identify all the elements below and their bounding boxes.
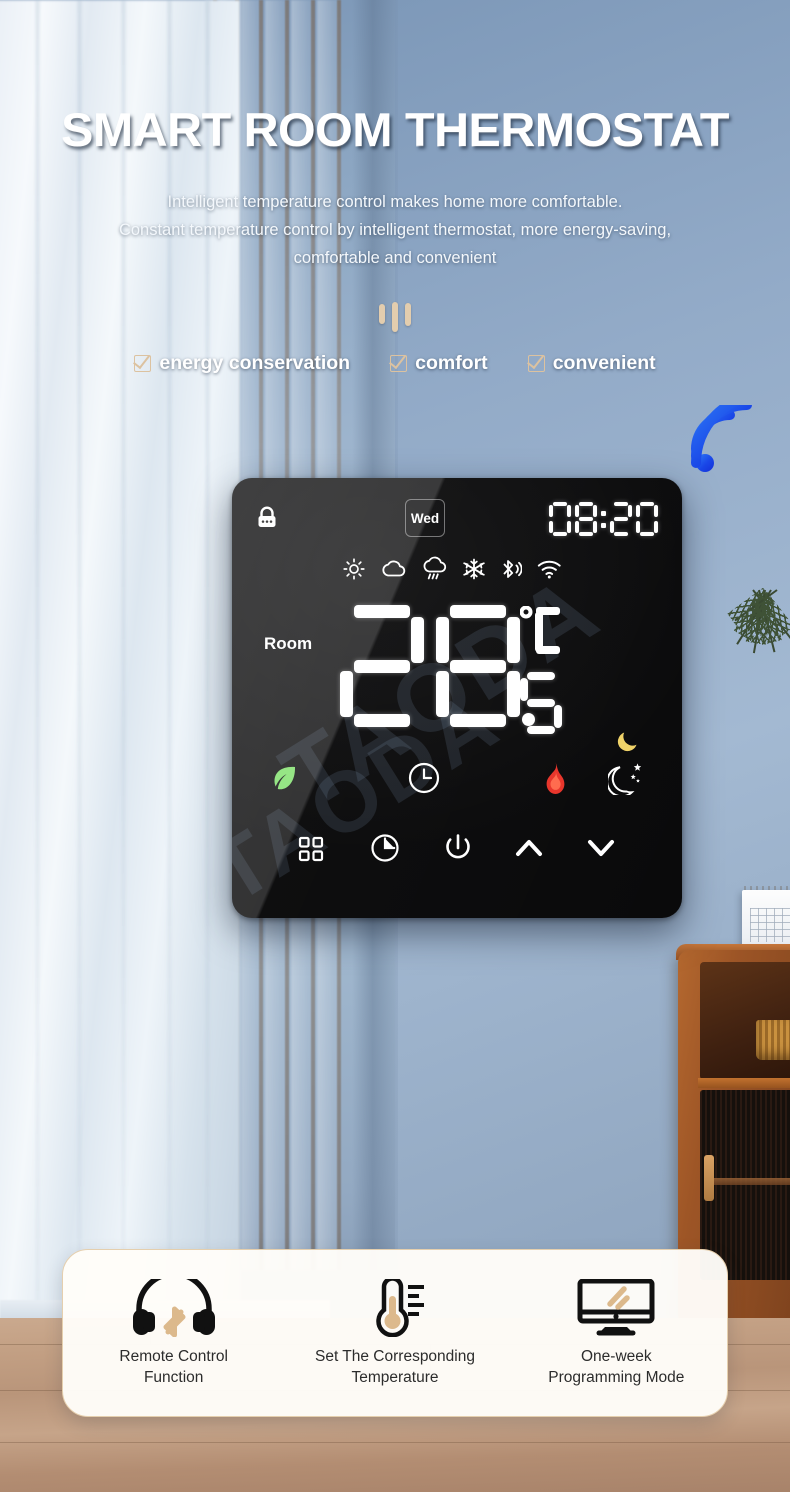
feature-label: Set The Corresponding Temperature	[315, 1346, 475, 1388]
feature-label: One-week Programming Mode	[548, 1346, 684, 1388]
feature-card: Remote Control Function Set The Correspo…	[62, 1249, 728, 1417]
control-button-row	[232, 833, 682, 875]
moon-crescent-icon[interactable]	[615, 728, 641, 754]
badge-energy-conservation: energy conservation	[134, 352, 350, 375]
feature-label: Remote Control Function	[119, 1346, 228, 1388]
timer-icon[interactable]	[370, 833, 400, 863]
moon-stars-night-icon[interactable]	[608, 761, 644, 795]
badge-convenient: convenient	[527, 352, 656, 375]
feature-remote-control: Remote Control Function	[63, 1278, 284, 1388]
day-of-week-label: Wed	[410, 510, 440, 526]
decorative-tick-bars	[0, 302, 790, 334]
celsius-unit-icon	[519, 605, 562, 663]
cabinet-handle	[704, 1155, 714, 1201]
time-digit	[549, 502, 571, 536]
chevron-down-icon[interactable]	[586, 836, 616, 860]
feature-label-line-1: Set The Corresponding	[315, 1347, 475, 1365]
sun-icon[interactable]	[342, 557, 366, 586]
tick-bar	[392, 302, 398, 332]
wifi-signal-icon	[690, 390, 772, 477]
temperature-digit	[436, 605, 520, 727]
bluetooth-headphones-icon	[131, 1278, 217, 1337]
room-label: Room	[264, 634, 313, 653]
grid-menu-icon[interactable]	[298, 836, 324, 862]
clock-icon[interactable]	[407, 761, 441, 795]
temperature-decimal-digit	[520, 672, 562, 734]
checkbox-checked-icon	[527, 355, 545, 372]
time-digit	[636, 502, 658, 536]
snowflake-icon[interactable]	[463, 558, 485, 585]
feature-set-temperature: Set The Corresponding Temperature	[284, 1278, 505, 1388]
time-digit	[575, 502, 597, 536]
woven-basket	[756, 1020, 790, 1060]
time-colon	[601, 502, 606, 536]
subtitle-line-1: Intelligent temperature control makes ho…	[167, 193, 623, 211]
thermostat-device: TAODA TAODA Wed Room	[232, 478, 682, 918]
cloud-icon[interactable]	[381, 558, 407, 585]
leaf-eco-icon[interactable]	[270, 763, 300, 793]
power-icon[interactable]	[444, 833, 472, 863]
bluetooth-broadcast-icon[interactable]	[500, 557, 523, 586]
tick-bar	[379, 304, 385, 324]
subtitle-line-3: comfortable and convenient	[293, 249, 497, 267]
feature-badges: energy conservation comfort convenient	[0, 352, 790, 375]
chevron-up-icon[interactable]	[514, 836, 544, 860]
feature-label-line-2: Programming Mode	[548, 1368, 685, 1386]
product-banner: SMART ROOM THERMOSTAT Intelligent temper…	[0, 0, 790, 1492]
cabinet-inner-rail	[706, 1178, 790, 1185]
rain-cloud-icon[interactable]	[422, 556, 448, 586]
potted-plant	[722, 589, 790, 770]
badge-label: comfort	[415, 352, 488, 374]
calendar-grid	[750, 908, 790, 942]
feature-label-line-1: Remote Control	[119, 1347, 228, 1365]
checkbox-checked-icon	[134, 355, 152, 372]
wifi-icon[interactable]	[537, 559, 562, 584]
status-icon-row	[342, 556, 582, 586]
feature-weekly-programming: One-week Programming Mode	[506, 1278, 727, 1388]
badge-label: energy conservation	[159, 352, 351, 374]
thermometer-icon	[362, 1278, 428, 1337]
indicator-icon-row	[232, 761, 682, 805]
monitor-screen-icon	[575, 1278, 657, 1337]
day-of-week-badge[interactable]: Wed	[405, 499, 445, 537]
subtitle-line-2: Constant temperature control by intellig…	[118, 221, 672, 239]
feature-label-line-2: Function	[143, 1368, 204, 1386]
temperature-digit	[340, 605, 424, 727]
badge-label: convenient	[552, 352, 656, 374]
checkbox-checked-icon	[390, 355, 408, 372]
flame-heating-icon[interactable]	[541, 762, 569, 794]
page-title: SMART ROOM THERMOSTAT	[61, 103, 729, 156]
temperature-display	[340, 605, 538, 727]
time-digit	[610, 502, 632, 536]
feature-label-line-1: One-week	[580, 1347, 652, 1365]
clock-display	[549, 502, 658, 536]
tick-bar	[405, 303, 411, 326]
badge-comfort: comfort	[390, 352, 488, 375]
page-subtitle: Intelligent temperature control makes ho…	[0, 188, 790, 272]
lock-icon[interactable]	[256, 506, 278, 535]
cabinet-shelf	[698, 1078, 790, 1088]
feature-label-line-2: Temperature	[351, 1368, 439, 1386]
temperature-unit-column	[519, 605, 562, 734]
